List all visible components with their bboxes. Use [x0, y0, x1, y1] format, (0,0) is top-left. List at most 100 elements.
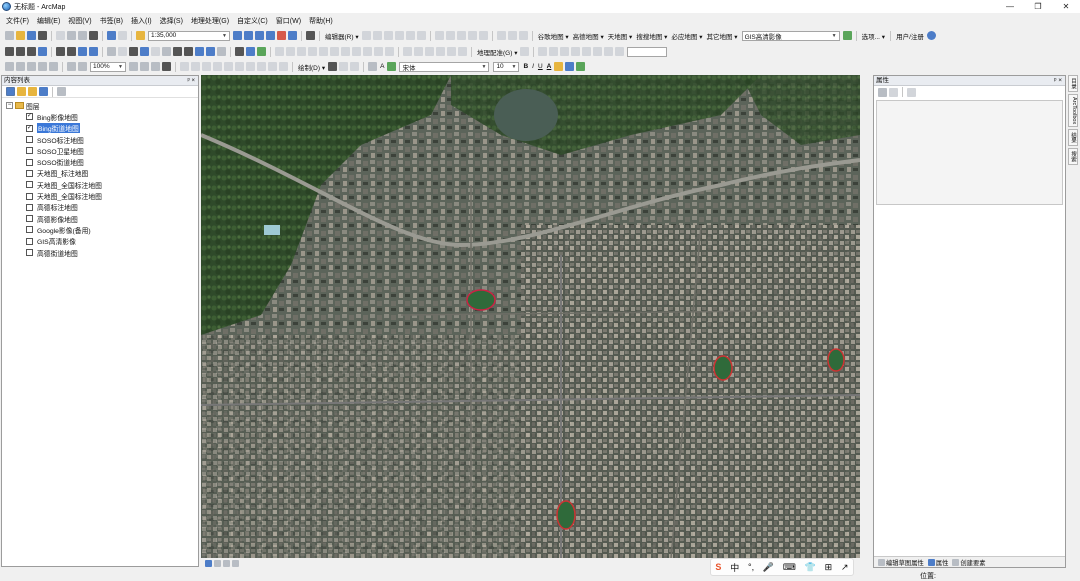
- zoom-100-icon[interactable]: [38, 62, 47, 71]
- measure-icon[interactable]: [173, 47, 182, 56]
- fixed-zoom-in-icon[interactable]: [56, 47, 65, 56]
- user-register-link[interactable]: 用户/注册: [896, 31, 924, 41]
- close-button[interactable]: ✕: [1052, 0, 1080, 13]
- attributes-icon[interactable]: [496, 31, 506, 40]
- layer-item[interactable]: SOSO标注地图: [6, 134, 198, 145]
- catalog-icon[interactable]: [255, 31, 264, 40]
- menu-geoprocessing[interactable]: 地理处理(G): [191, 16, 229, 26]
- scale-text-input[interactable]: [627, 46, 668, 57]
- layer-item[interactable]: 天地图_全国标注地图: [6, 190, 198, 201]
- layer-visibility-checkbox[interactable]: [26, 226, 33, 234]
- search-window-icon[interactable]: [266, 31, 275, 40]
- font-size-combo[interactable]: 10 ▼: [493, 61, 520, 72]
- layer-label[interactable]: Google影像(备用): [37, 225, 91, 235]
- edit-vertices-icon[interactable]: [434, 31, 444, 40]
- layer-label[interactable]: SOSO街道地图: [37, 157, 84, 167]
- data-driven-pages-icon[interactable]: [162, 62, 171, 71]
- layer-item[interactable]: 天地图_标注地图: [6, 168, 198, 179]
- control-points-icon[interactable]: [436, 47, 445, 56]
- georef-layer-icon[interactable]: [520, 47, 530, 56]
- menu-insert[interactable]: 插入(I): [131, 16, 152, 26]
- arctoolbox-icon[interactable]: [277, 31, 286, 40]
- sort-icon[interactable]: [878, 87, 887, 97]
- properties-options-icon[interactable]: [907, 87, 916, 97]
- toc-pin-close[interactable]: ᵖ ×: [188, 76, 195, 85]
- layer-label[interactable]: Bing影像地图: [37, 112, 78, 122]
- layout-zoom-out-icon[interactable]: [16, 62, 25, 71]
- list-by-visibility-icon[interactable]: [28, 87, 37, 96]
- point-icon[interactable]: [416, 31, 426, 40]
- layer-item[interactable]: 高德街道地图: [6, 247, 198, 258]
- paste-icon[interactable]: [78, 31, 87, 40]
- basemap-other-menu[interactable]: 其它地图 ▾: [706, 31, 737, 41]
- layer-visibility-checkbox[interactable]: [26, 215, 33, 223]
- tab-edit-sketch-properties[interactable]: 编辑草图属性: [877, 558, 924, 567]
- menu-customize[interactable]: 自定义(C): [237, 16, 268, 26]
- text-tool-icon[interactable]: A: [380, 63, 384, 70]
- edit-annotation-icon[interactable]: [372, 31, 382, 40]
- side-tab-search[interactable]: 搜索: [1068, 148, 1078, 166]
- layer-label[interactable]: 天地图_全国标注地图: [37, 191, 102, 201]
- go-to-xy-icon[interactable]: [195, 47, 204, 56]
- generalize-icon[interactable]: [374, 47, 383, 56]
- layout-select-icon[interactable]: [235, 47, 244, 56]
- menu-selection[interactable]: 选择(S): [160, 16, 183, 26]
- trim-icon[interactable]: [330, 47, 339, 56]
- list-by-selection-icon[interactable]: [39, 87, 48, 96]
- layer-visibility-checkbox[interactable]: [26, 169, 33, 177]
- marker-color-icon[interactable]: [576, 62, 586, 71]
- layer-visibility-checkbox[interactable]: [26, 203, 33, 211]
- map-view[interactable]: [201, 75, 860, 558]
- layout-zoom-icon[interactable]: [246, 47, 255, 56]
- basemap-soso-menu[interactable]: 搜搜地图 ▾: [636, 31, 667, 41]
- clear-selection-icon[interactable]: [118, 47, 127, 56]
- go-back-icon[interactable]: [78, 47, 87, 56]
- menu-help[interactable]: 帮助(H): [309, 16, 333, 26]
- hyperlink-icon[interactable]: [151, 47, 160, 56]
- tab-create-features[interactable]: 创建要素: [951, 558, 986, 567]
- layer-label[interactable]: 天地图_全国标注地图: [37, 180, 102, 190]
- sketch-properties-icon[interactable]: [507, 31, 517, 40]
- minimize-button[interactable]: —: [996, 0, 1024, 13]
- cogo-icon-6[interactable]: [235, 62, 244, 71]
- go-forward-icon[interactable]: [89, 47, 98, 56]
- layer-item[interactable]: 天地图_全国标注地图: [6, 179, 198, 190]
- open-icon[interactable]: [16, 31, 25, 40]
- bold-button[interactable]: B: [523, 63, 528, 70]
- draw-line-icon[interactable]: [582, 47, 592, 56]
- layer-visibility-checkbox[interactable]: [26, 192, 33, 200]
- layer-label[interactable]: Bing街道地图: [37, 123, 80, 134]
- georef-shift-icon[interactable]: [414, 47, 423, 56]
- next-extent-icon[interactable]: [78, 62, 87, 71]
- drawing-menu[interactable]: 绘制(D) ▾: [298, 62, 325, 72]
- menu-edit[interactable]: 编辑(E): [37, 16, 60, 26]
- edit-tool-icon[interactable]: [361, 31, 371, 40]
- options-menu[interactable]: 选项... ▾: [862, 31, 886, 41]
- collapse-icon[interactable]: −: [6, 102, 13, 110]
- layer-item[interactable]: GIS高清影像: [6, 236, 198, 247]
- print-icon[interactable]: [38, 31, 47, 40]
- reshape-icon[interactable]: [445, 31, 455, 40]
- zoom-out-icon[interactable]: [16, 47, 25, 56]
- menu-view[interactable]: 视图(V): [68, 16, 91, 26]
- delete-icon[interactable]: [89, 31, 98, 40]
- layer-item[interactable]: Google影像(备用): [6, 224, 198, 235]
- toc-options-icon[interactable]: [57, 87, 66, 96]
- rotate-icon[interactable]: [478, 31, 488, 40]
- layer-visibility-checkbox[interactable]: [26, 158, 33, 166]
- cogo-icon-3[interactable]: [202, 62, 211, 71]
- fillet-icon[interactable]: [341, 47, 350, 56]
- refresh-icon[interactable]: [223, 559, 230, 567]
- viewer-icon[interactable]: [458, 47, 467, 56]
- gis-imagery-combo[interactable]: GIS高清影像 ▼: [741, 30, 840, 41]
- create-features-icon[interactable]: [518, 31, 528, 40]
- layer-item[interactable]: 高德影像地图: [6, 213, 198, 224]
- fixed-zoom-out-icon[interactable]: [67, 47, 76, 56]
- layer-visibility-checkbox[interactable]: [26, 147, 33, 155]
- layer-item[interactable]: ✓ Bing影像地图: [6, 111, 198, 122]
- cut-polygons-icon[interactable]: [456, 31, 466, 40]
- basemap-bing-menu[interactable]: 必应地图 ▾: [671, 31, 702, 41]
- font-color-button[interactable]: A: [547, 63, 552, 70]
- layer-label[interactable]: GIS高清影像: [37, 236, 76, 246]
- layout-pan-tool-icon[interactable]: [27, 62, 36, 71]
